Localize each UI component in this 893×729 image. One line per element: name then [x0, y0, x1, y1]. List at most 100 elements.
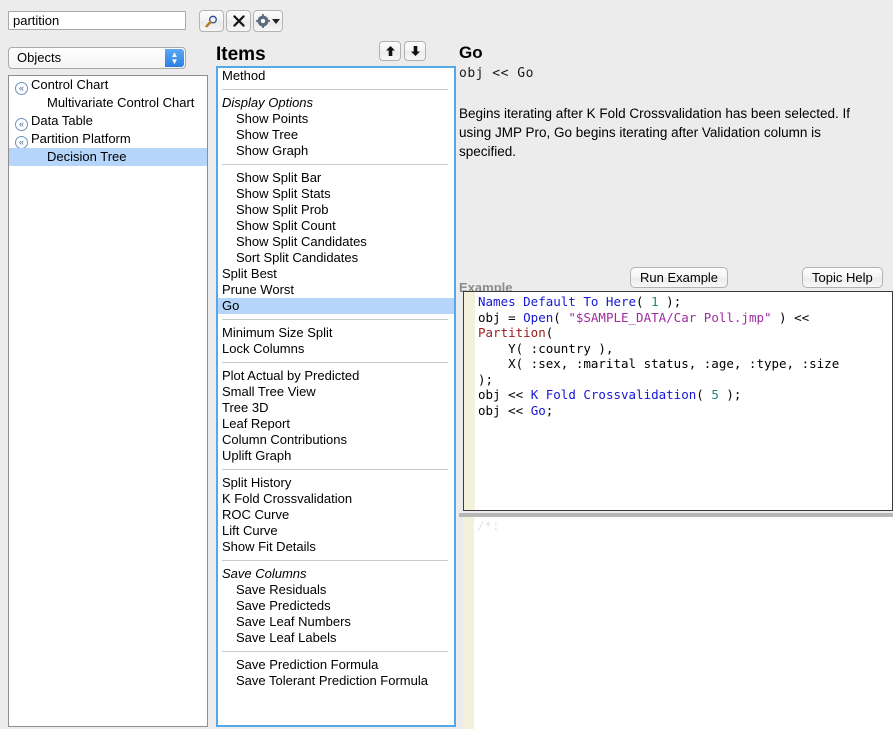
tree-item-label: Decision Tree [47, 149, 126, 164]
search-input[interactable] [8, 11, 186, 30]
list-item[interactable]: Column Contributions [218, 432, 454, 448]
list-separator [222, 362, 448, 363]
list-item[interactable]: Show Fit Details [218, 539, 454, 555]
chevron-down-icon [272, 17, 280, 25]
list-item-label: Split History [222, 475, 291, 490]
list-item[interactable]: Show Tree [218, 127, 454, 143]
settings-menu-button[interactable] [253, 10, 283, 32]
list-item-label: Save Prediction Formula [236, 657, 378, 672]
tree-item-label: Control Chart [31, 77, 108, 92]
doc-signature: obj << Go [459, 66, 534, 81]
code-token: obj << [478, 387, 531, 402]
down-arrow-icon [410, 45, 421, 57]
list-item[interactable]: Show Points [218, 111, 454, 127]
list-item-label: Split Best [222, 266, 277, 281]
list-item[interactable]: K Fold Crossvalidation [218, 491, 454, 507]
code-token: Y( :country ), [478, 341, 613, 356]
tree-item[interactable]: «Partition Platform [9, 130, 207, 148]
code-line: Y( :country ), [478, 341, 839, 357]
object-type-select[interactable]: Objects ▲▼ [8, 47, 186, 69]
code-token: ); [719, 387, 742, 402]
list-item[interactable]: ROC Curve [218, 507, 454, 523]
list-item-label: Show Points [236, 111, 308, 126]
list-group-header: Save Columns [218, 566, 454, 582]
search-button[interactable] [199, 10, 224, 32]
up-arrow-icon [385, 45, 396, 57]
list-separator [222, 469, 448, 470]
code-token: 1 [651, 294, 659, 309]
list-item-label: K Fold Crossvalidation [222, 491, 352, 506]
list-item-label: Tree 3D [222, 400, 268, 415]
list-item[interactable]: Show Split Prob [218, 202, 454, 218]
list-item-label: Save Residuals [236, 582, 326, 597]
items-list[interactable]: Method Display OptionsShow PointsShow Tre… [216, 66, 456, 727]
list-item[interactable]: Minimum Size Split [218, 325, 454, 341]
list-item[interactable]: Method [218, 68, 454, 84]
list-item[interactable]: Tree 3D [218, 400, 454, 416]
list-item-label: Show Fit Details [222, 539, 316, 554]
list-item[interactable]: Save Tolerant Prediction Formula [218, 673, 454, 689]
list-separator [222, 560, 448, 561]
list-item[interactable]: Show Split Bar [218, 170, 454, 186]
list-item[interactable]: Save Predicteds [218, 598, 454, 614]
items-heading: Items [216, 44, 266, 66]
list-separator [222, 89, 448, 90]
list-item[interactable]: Show Split Candidates [218, 234, 454, 250]
list-item[interactable]: Lift Curve [218, 523, 454, 539]
search-toolbar [0, 0, 893, 38]
list-separator [222, 319, 448, 320]
code-token: X( :sex, :marital status, :age, :type, :… [478, 356, 839, 371]
list-item-label: Leaf Report [222, 416, 290, 431]
list-item[interactable]: Show Graph [218, 143, 454, 159]
list-item-label: Save Columns [222, 566, 307, 581]
list-item[interactable]: Plot Actual by Predicted [218, 368, 454, 384]
code-token: Go [531, 403, 546, 418]
tree-item[interactable]: Multivariate Control Chart [9, 94, 207, 112]
topic-help-button[interactable]: Topic Help [802, 267, 883, 288]
list-item[interactable]: Go [218, 298, 454, 314]
list-item[interactable]: Leaf Report [218, 416, 454, 432]
code-token: ); [478, 372, 493, 387]
list-item[interactable]: Save Prediction Formula [218, 657, 454, 673]
list-item-label: Sort Split Candidates [236, 250, 358, 265]
list-item[interactable]: Sort Split Candidates [218, 250, 454, 266]
example-code-editor[interactable]: Names Default To Here( 1 );obj = Open( "… [463, 291, 893, 511]
list-item[interactable]: Uplift Graph [218, 448, 454, 464]
log-output-text: /*: [477, 518, 500, 533]
list-item[interactable]: Prune Worst [218, 282, 454, 298]
list-item-label: Small Tree View [222, 384, 316, 399]
list-item[interactable]: Split Best [218, 266, 454, 282]
code-token: ( [696, 387, 711, 402]
list-item[interactable]: Lock Columns [218, 341, 454, 357]
tree-item-label: Partition Platform [31, 131, 131, 146]
run-example-button[interactable]: Run Example [630, 267, 728, 288]
list-item-label: Plot Actual by Predicted [222, 368, 359, 383]
list-item[interactable]: Small Tree View [218, 384, 454, 400]
log-output-pane[interactable]: /*: [463, 517, 893, 729]
code-line: Partition( [478, 325, 839, 341]
scroll-down-button[interactable] [404, 41, 426, 61]
tree-item[interactable]: «Data Table [9, 112, 207, 130]
tree-item-label: Multivariate Control Chart [47, 95, 194, 110]
list-item[interactable]: Show Split Count [218, 218, 454, 234]
clear-search-button[interactable] [226, 10, 251, 32]
code-line: ); [478, 372, 839, 388]
code-token: ( [553, 310, 568, 325]
list-item[interactable]: Save Leaf Labels [218, 630, 454, 646]
list-group-header: Display Options [218, 95, 454, 111]
list-item-label: Save Predicteds [236, 598, 331, 613]
code-token: K Fold Crossvalidation [531, 387, 697, 402]
scripting-index-window: Objects ▲▼ «Control ChartMultivariate Co… [0, 0, 893, 729]
list-item[interactable]: Show Split Stats [218, 186, 454, 202]
code-token: Names Default To Here [478, 294, 636, 309]
tree-item[interactable]: Decision Tree [9, 148, 207, 166]
log-gutter [463, 517, 474, 729]
list-item[interactable]: Save Residuals [218, 582, 454, 598]
code-token: ) << [772, 310, 810, 325]
tree-item[interactable]: «Control Chart [9, 76, 207, 94]
list-item[interactable]: Split History [218, 475, 454, 491]
list-item-label: Show Split Stats [236, 186, 331, 201]
object-tree-panel[interactable]: «Control ChartMultivariate Control Chart… [8, 75, 208, 727]
list-item[interactable]: Save Leaf Numbers [218, 614, 454, 630]
scroll-up-button[interactable] [379, 41, 401, 61]
